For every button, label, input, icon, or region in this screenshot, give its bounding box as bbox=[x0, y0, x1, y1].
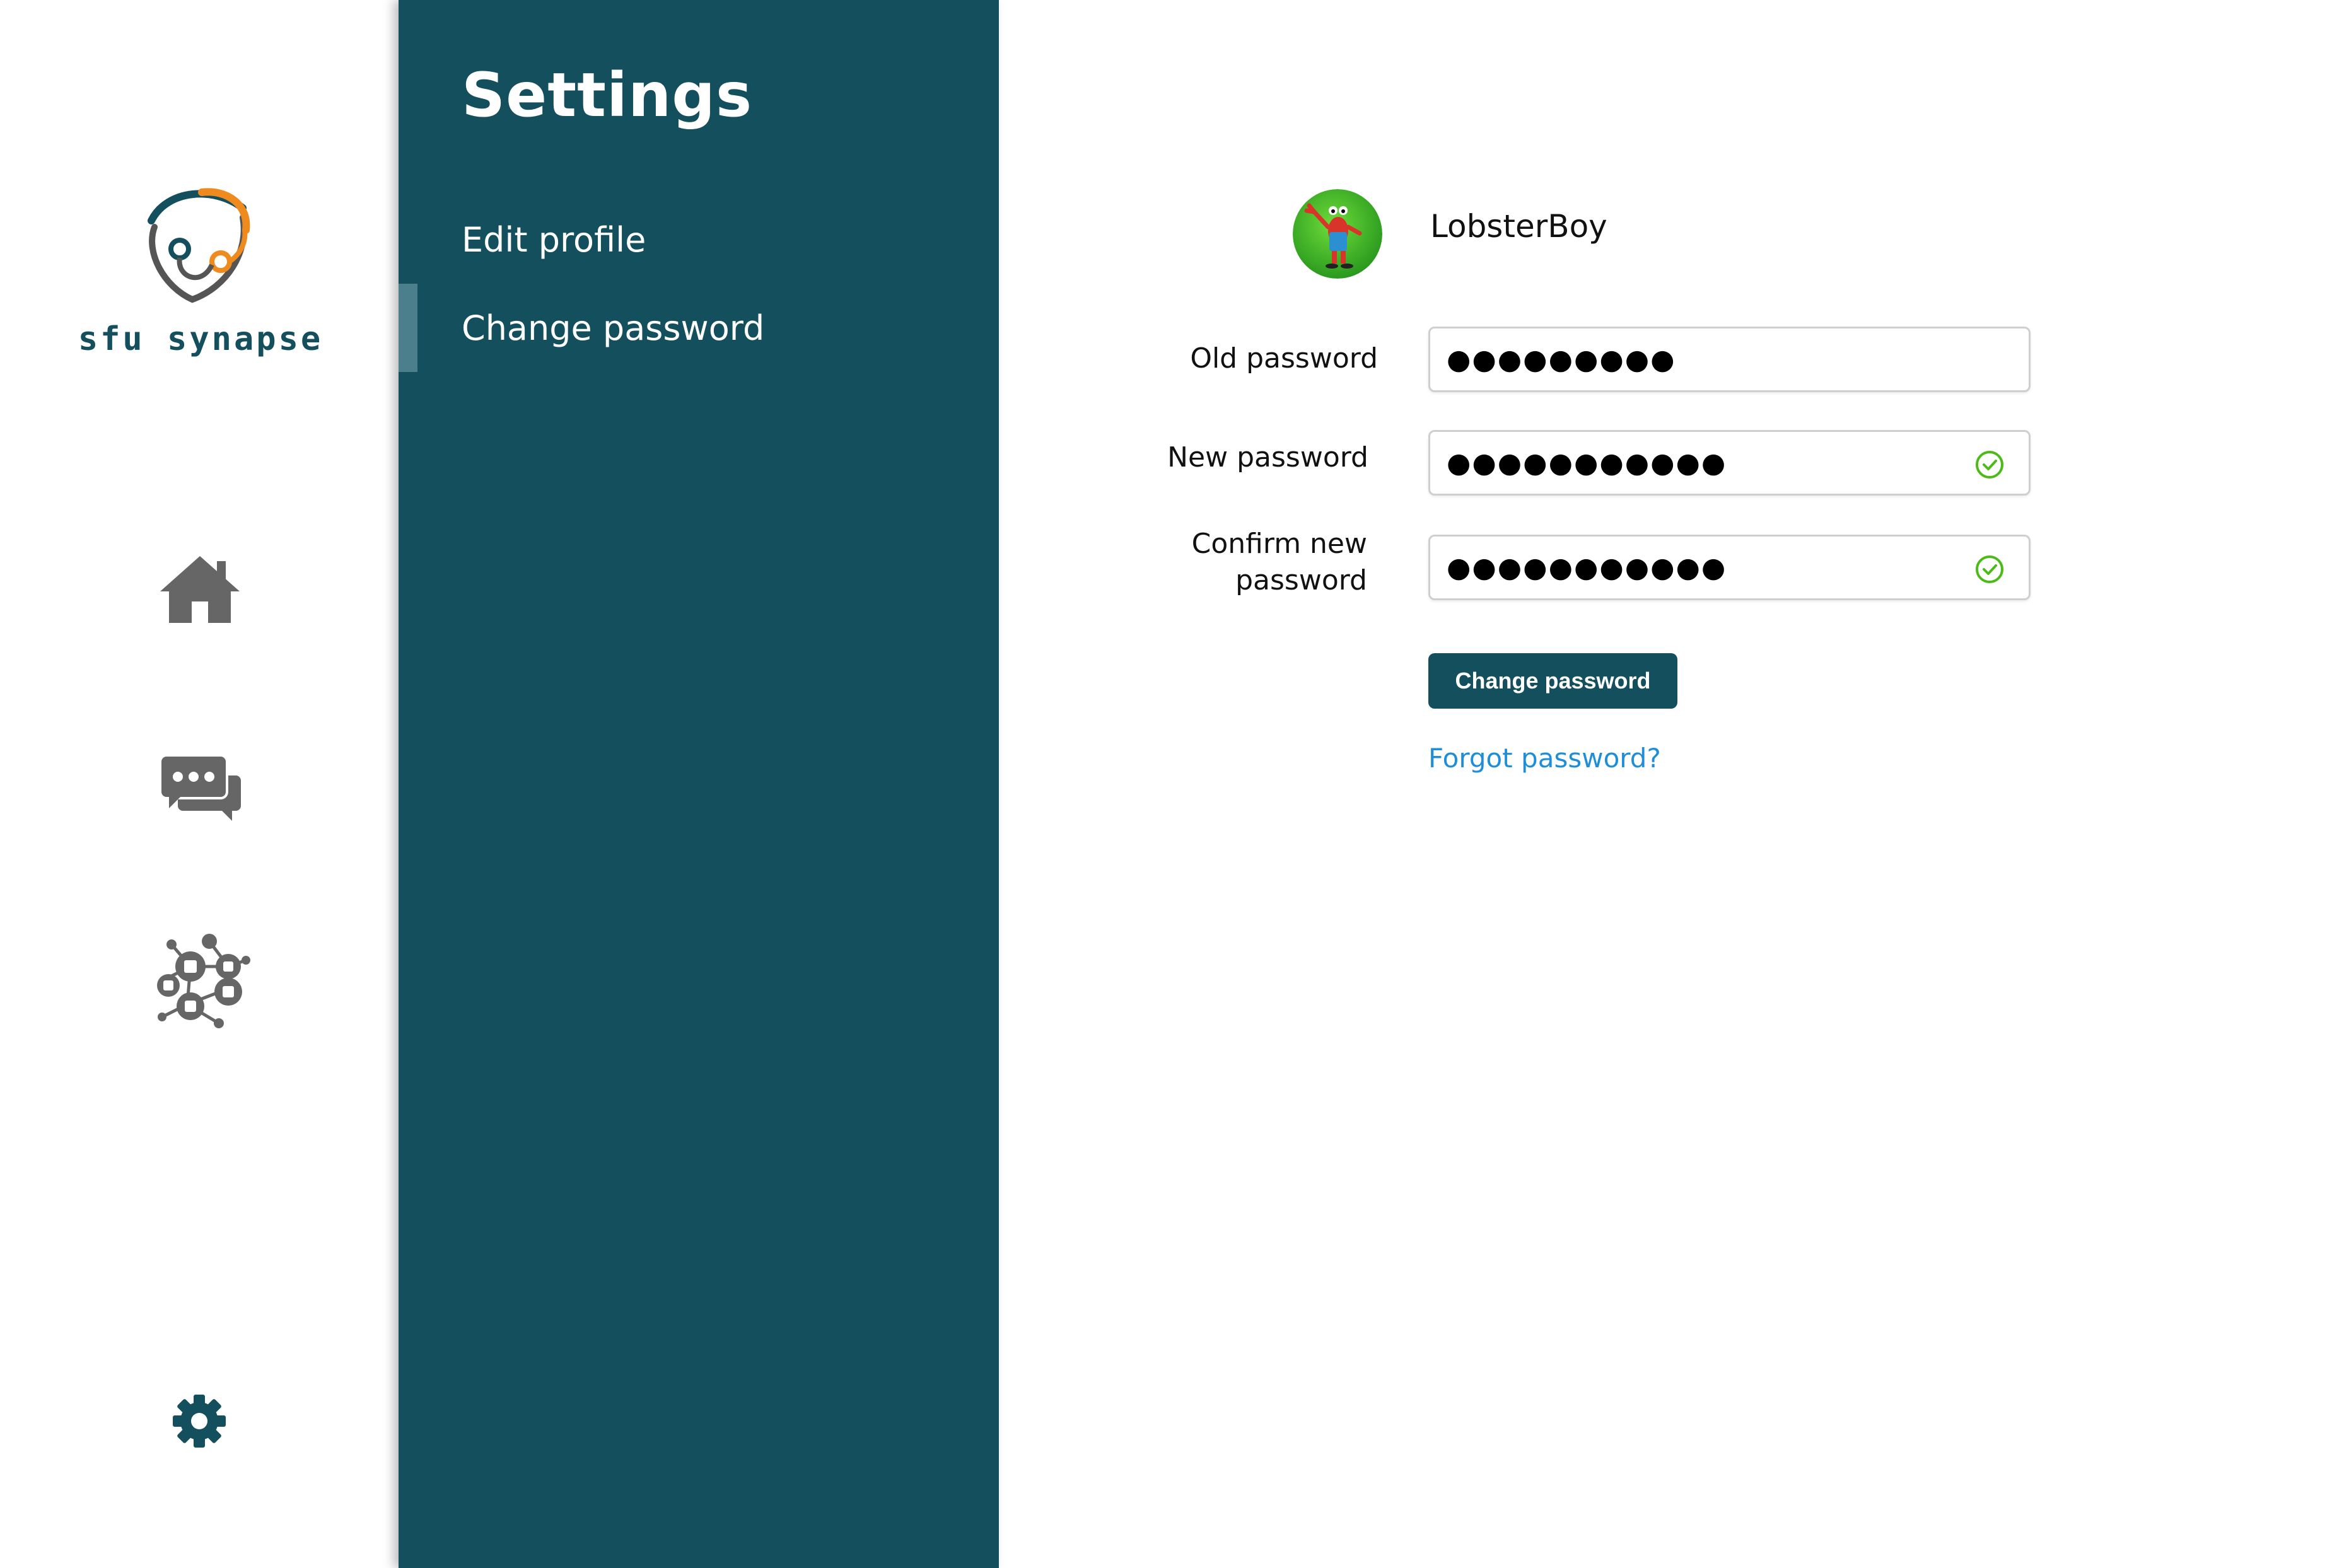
lobster-avatar-icon bbox=[1293, 189, 1382, 279]
confirm-password-label: Confirm new password bbox=[1191, 528, 1367, 596]
forgot-password-link[interactable]: Forgot password? bbox=[1428, 743, 1661, 774]
settings-nav-button[interactable] bbox=[172, 1393, 227, 1449]
synapse-logo-icon bbox=[148, 188, 250, 303]
sfu-synapse-logo[interactable]: sfu synapse bbox=[74, 183, 327, 366]
chat-icon bbox=[159, 754, 241, 821]
app-window: sfu synapse Settings Edit profile Change… bbox=[0, 0, 2349, 1568]
check-circle-icon bbox=[1976, 451, 2003, 479]
old-password-value: ●●●●●●●●● bbox=[1447, 343, 1676, 376]
confirm-password-field[interactable]: ●●●●●●●●●●● bbox=[1428, 535, 2031, 600]
icon-rail: sfu synapse bbox=[0, 0, 399, 1568]
new-password-value: ●●●●●●●●●●● bbox=[1447, 446, 1727, 479]
change-password-button[interactable]: Change password bbox=[1428, 653, 1677, 709]
home-icon bbox=[160, 556, 240, 623]
settings-title: Settings bbox=[462, 60, 753, 131]
gear-icon bbox=[173, 1395, 226, 1448]
check-circle-icon bbox=[1976, 555, 2003, 583]
username: LobsterBoy bbox=[1430, 208, 1607, 245]
settings-item-label: Change password bbox=[462, 308, 765, 348]
avatar[interactable] bbox=[1293, 189, 1382, 279]
settings-item-label: Edit profile bbox=[462, 219, 646, 260]
settings-item-change-password[interactable]: Change password bbox=[399, 284, 999, 372]
chat-nav-button[interactable] bbox=[159, 754, 242, 822]
logo-wordmark: sfu synapse bbox=[78, 320, 323, 358]
network-nav-button[interactable] bbox=[153, 932, 250, 1030]
new-password-field[interactable]: ●●●●●●●●●●● bbox=[1428, 430, 2031, 496]
settings-item-edit-profile[interactable]: Edit profile bbox=[399, 195, 999, 284]
new-password-label: New password bbox=[1167, 441, 1368, 473]
old-password-label: Old password bbox=[1190, 342, 1378, 375]
home-nav-button[interactable] bbox=[159, 555, 241, 624]
network-icon bbox=[157, 934, 250, 1028]
confirm-password-value: ●●●●●●●●●●● bbox=[1447, 551, 1727, 584]
settings-panel: Settings Edit profile Change password bbox=[399, 0, 999, 1568]
old-password-field[interactable]: ●●●●●●●●● bbox=[1428, 327, 2031, 392]
